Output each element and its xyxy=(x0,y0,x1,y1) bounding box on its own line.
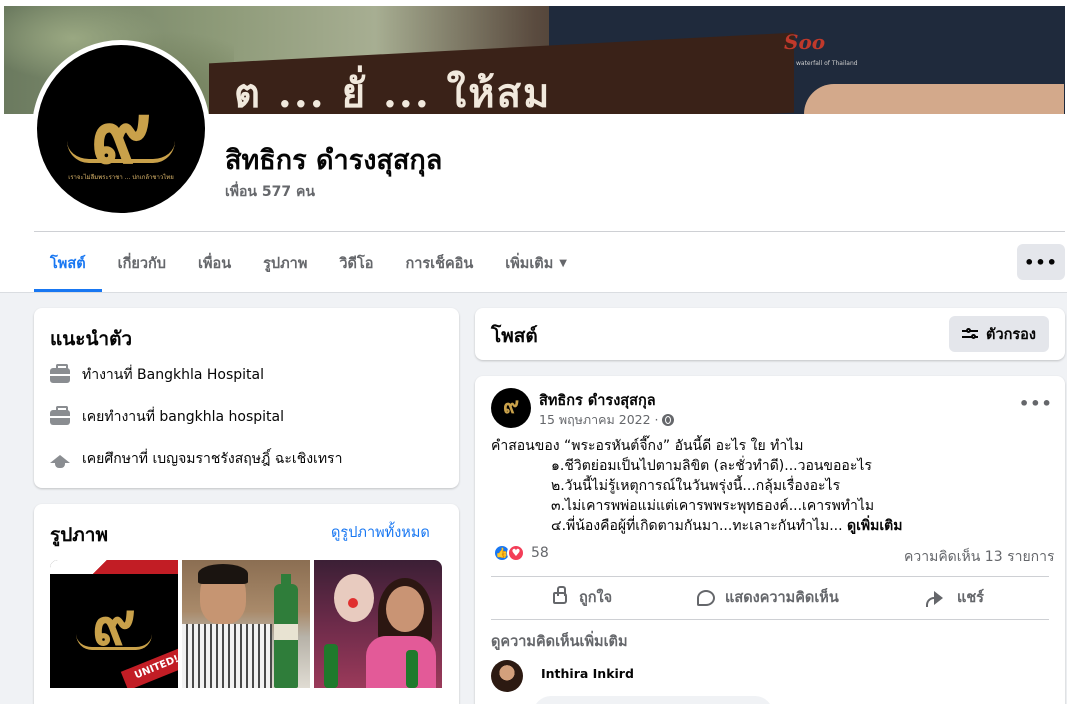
photo-bottle-label xyxy=(274,624,298,640)
post-author-name[interactable]: สิทธิกร ดำรงสุสกุล xyxy=(539,389,656,412)
caret-down-icon: ▼ xyxy=(559,258,567,269)
profile-tabs: โพสต์ เกี่ยวกับ เพื่อน รูปภาพ วิดีโอ การ… xyxy=(34,235,583,292)
tab-videos-label: วิดีโอ xyxy=(339,256,374,272)
photo-thumbnail[interactable]: ๙ UNITED! xyxy=(50,560,178,688)
profile-header: ต ... ยั่ ... ให้สม Soo waterfall of Tha… xyxy=(0,0,1067,293)
briefcase-icon xyxy=(50,363,70,384)
post-text: คำสอนของ “พระอรหันต์จี๊กง” อันนี้ดี อะไร… xyxy=(491,436,1051,536)
photo-face xyxy=(386,586,424,632)
avatar-image: ๙ เราจะไม่ลืมพระราชา ... ปกเกล้าชาวไทย xyxy=(37,45,205,213)
photo-stripe xyxy=(50,560,178,574)
tab-friends-label: เพื่อน xyxy=(197,256,232,272)
comment-count[interactable]: ความคิดเห็น 13 รายการ xyxy=(904,546,1055,568)
tab-photos-label: รูปภาพ xyxy=(263,256,308,272)
tab-about-label: เกี่ยวกับ xyxy=(117,256,166,272)
post-timestamp[interactable]: 15 พฤษภาคม 2022 · xyxy=(539,410,674,430)
tab-posts-label: โพสต์ xyxy=(50,256,86,272)
photo-bottle xyxy=(406,650,418,688)
photos-title: รูปภาพ xyxy=(50,524,108,546)
tab-more-label: เพิ่มเติม xyxy=(505,256,554,272)
share-label: แชร์ xyxy=(957,590,984,606)
intro-item-text: ทำงานที่ Bangkhla Hospital xyxy=(82,367,264,383)
commenter-avatar[interactable] xyxy=(491,660,523,692)
posts-title: โพสต์ xyxy=(491,325,538,347)
cover-sign-text: ต ... ยั่ ... ให้สม xyxy=(234,70,552,114)
reaction-count: 58 xyxy=(531,545,549,561)
intro-item-text: เคยศึกษาที่ เบญจมราชรังสฤษฎิ์ ฉะเชิงเทรา xyxy=(82,451,343,467)
posts-header-card: โพสต์ ตัวกรอง xyxy=(475,308,1065,360)
like-button[interactable]: ถูกใจ xyxy=(551,585,613,609)
avatar-hands-emblem xyxy=(67,141,175,163)
intro-card: แนะนำตัว ทำงานที่ Bangkhla Hospital เคยท… xyxy=(34,308,459,488)
profile-name: สิทธิกร ดำรงสุสกุล xyxy=(225,145,443,176)
thumbs-up-icon xyxy=(551,585,569,607)
photo-shirt xyxy=(366,636,436,688)
intro-item-education: เคยศึกษาที่ เบญจมราชรังสฤษฎิ์ ฉะเชิงเทรา xyxy=(50,448,342,470)
photo-bottle xyxy=(324,644,338,688)
cover-arm xyxy=(804,84,1064,114)
graduation-cap-icon xyxy=(50,450,70,468)
commenter-name[interactable]: Inthira Inkird xyxy=(541,666,634,681)
globe-icon xyxy=(661,414,674,426)
share-arrow-icon xyxy=(925,589,947,607)
filter-button[interactable]: ตัวกรอง xyxy=(949,316,1049,352)
share-button[interactable]: แชร์ xyxy=(925,586,984,609)
tab-videos[interactable]: วิดีโอ xyxy=(323,235,389,292)
photo-clown-nose xyxy=(348,598,358,608)
post-line: ๒.วันนี้ไม่รู้เหตุการณ์ในวันพรุ่งนี้...ก… xyxy=(551,478,841,494)
tab-posts[interactable]: โพสต์ xyxy=(34,235,102,292)
comment-bubble xyxy=(533,696,773,704)
post-line: ๓.ไม่เคารพพ่อแม่แต่เคารพพระพุทธองค์...เค… xyxy=(551,498,875,514)
reactions-summary[interactable]: 👍 ♥ 58 xyxy=(493,544,549,562)
intro-title: แนะนำตัว xyxy=(50,328,133,350)
intro-item-work: ทำงานที่ Bangkhla Hospital xyxy=(50,363,264,386)
avatar-logo-text: เราจะไม่ลืมพระราชา ... ปกเกล้าชาวไทย xyxy=(68,174,174,181)
filter-icon xyxy=(962,328,979,340)
post-line-text: ๔.พี่น้องคือผู้ที่เกิดตามกันมา...ทะเลาะก… xyxy=(551,518,843,534)
post-line: คำสอนของ “พระอรหันต์จี๊กง” อันนี้ดี อะไร… xyxy=(491,438,804,454)
tab-checkins[interactable]: การเช็คอิน xyxy=(389,235,489,292)
divider xyxy=(491,619,1049,620)
post-options-button[interactable]: ••• xyxy=(1019,394,1053,413)
photo-thumbnail[interactable] xyxy=(182,560,310,688)
profile-avatar[interactable]: ๙ เราจะไม่ลืมพระราชา ... ปกเกล้าชาวไทย xyxy=(32,40,210,218)
tab-checkins-label: การเช็คอิน xyxy=(405,256,474,272)
see-more-link[interactable]: ดูเพิ่มเติม xyxy=(847,518,902,534)
filter-label: ตัวกรอง xyxy=(986,326,1036,343)
photo-thumbnail[interactable] xyxy=(314,560,442,688)
like-label: ถูกใจ xyxy=(579,590,613,606)
divider xyxy=(491,576,1049,577)
cover-shirt-logo-sub: waterfall of Thailand xyxy=(796,60,858,67)
comment-bubble-icon xyxy=(697,589,715,607)
intro-item-past-work: เคยทำงานที่ bangkhla hospital xyxy=(50,405,284,428)
tab-friends[interactable]: เพื่อน xyxy=(182,235,247,292)
see-all-photos-link[interactable]: ดูรูปภาพทั้งหมด xyxy=(331,521,430,544)
more-options-button[interactable]: ••• xyxy=(1017,244,1065,280)
love-reaction-icon: ♥ xyxy=(507,544,525,562)
tab-more[interactable]: เพิ่มเติม ▼ xyxy=(489,235,583,292)
tab-about[interactable]: เกี่ยวกับ xyxy=(102,235,182,292)
view-more-comments-link[interactable]: ดูความคิดเห็นเพิ่มเติม xyxy=(491,630,628,653)
post-line: ๑.ชีวิตย่อมเป็นไปตามลิขิต (ละชั่วทำดี)..… xyxy=(551,458,872,474)
friends-count[interactable]: เพื่อน 577 คน xyxy=(225,181,315,203)
post-card: ๙ สิทธิกร ดำรงสุสกุล 15 พฤษภาคม 2022 · •… xyxy=(475,376,1065,704)
briefcase-icon xyxy=(50,405,70,426)
comment-button[interactable]: แสดงความคิดเห็น xyxy=(697,586,839,609)
post-author-avatar[interactable]: ๙ xyxy=(491,388,531,428)
post-date-text: 15 พฤษภาคม 2022 · xyxy=(539,412,659,427)
photo-shirt xyxy=(182,624,272,688)
cover-shirt-logo: Soo xyxy=(784,30,826,54)
facebook-profile-page: ต ... ยั่ ... ให้สม Soo waterfall of Tha… xyxy=(0,0,1067,704)
photo-hands-emblem xyxy=(76,634,152,650)
header-divider xyxy=(34,231,1065,232)
comment-label: แสดงความคิดเห็น xyxy=(725,590,839,606)
photo-hair xyxy=(198,564,248,584)
intro-item-text: เคยทำงานที่ bangkhla hospital xyxy=(82,409,284,425)
post-line: ๔.พี่น้องคือผู้ที่เกิดตามกันมา...ทะเลาะก… xyxy=(491,516,1051,536)
avatar-logo-glyph: ๙ xyxy=(502,393,520,419)
photos-card: รูปภาพ ดูรูปภาพทั้งหมด ๙ UNITED! xyxy=(34,504,459,704)
tab-photos[interactable]: รูปภาพ xyxy=(247,235,323,292)
